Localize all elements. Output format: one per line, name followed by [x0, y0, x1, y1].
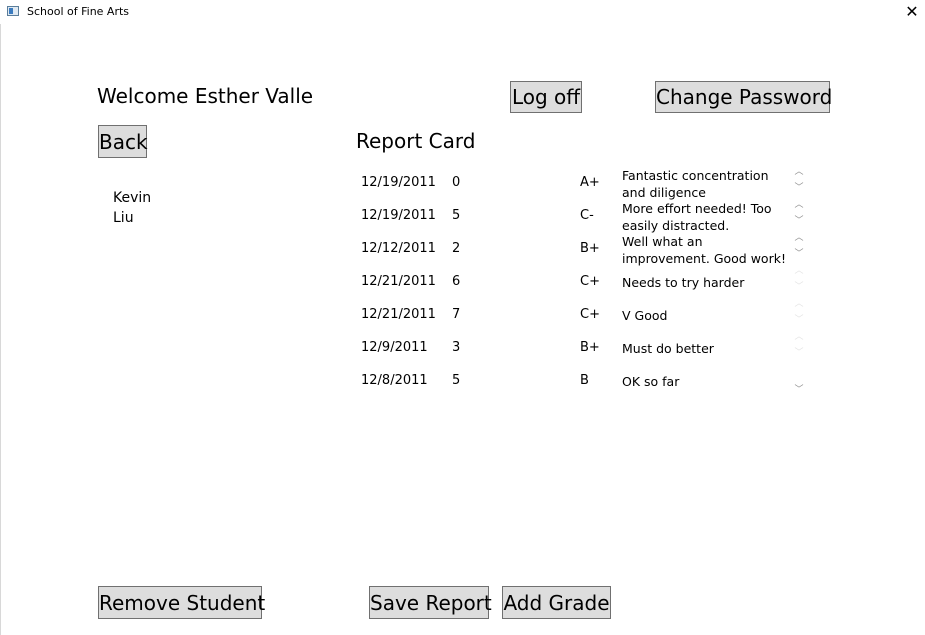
close-button[interactable]: ✕ [899, 1, 925, 23]
app-window-icon [7, 6, 19, 16]
chevron-down-icon[interactable]: ﹀ [794, 216, 804, 226]
chevron-up-icon[interactable] [794, 365, 804, 375]
grade-date: 12/19/2011 [361, 175, 436, 190]
grade-assignment-number: 6 [452, 274, 461, 289]
grade-date: 12/12/2011 [361, 241, 436, 256]
remove-student-button[interactable]: Remove Student [98, 586, 265, 619]
comment-scrollbar[interactable]: ︿ ﹀ [794, 332, 804, 365]
comment-scrollbar[interactable]: ︿ ﹀ [794, 299, 804, 332]
back-button[interactable]: Back [98, 125, 148, 158]
grade-row[interactable]: 12/8/2011 5 B OK so far ﹀ [356, 365, 806, 398]
grade-row[interactable]: 12/19/2011 5 C- More effort needed! Too … [356, 200, 806, 233]
add-grade-button[interactable]: Add Grade [502, 586, 611, 619]
chevron-up-icon[interactable]: ︿ [794, 266, 804, 276]
grade-value: C+ [580, 307, 600, 322]
student-last-name: Liu [113, 210, 134, 226]
grade-value: C- [580, 208, 594, 223]
chevron-down-icon[interactable]: ﹀ [794, 183, 804, 193]
grade-value: B+ [580, 241, 600, 256]
grade-comment[interactable]: Well what an improvement. Good work! [622, 233, 792, 266]
comment-scrollbar[interactable]: ︿ ﹀ [794, 266, 804, 299]
student-list[interactable]: Kevin Liu [113, 188, 151, 228]
comment-scrollbar[interactable]: ︿ ﹀ [794, 167, 804, 200]
grade-date: 12/9/2011 [361, 340, 428, 355]
welcome-label: Welcome Esther Valle [97, 84, 314, 108]
grade-assignment-number: 5 [452, 208, 461, 223]
grade-comment[interactable]: OK so far [622, 373, 792, 406]
grade-assignment-number: 7 [452, 307, 461, 322]
chevron-down-icon[interactable]: ﹀ [794, 385, 804, 395]
grade-row[interactable]: 12/19/2011 0 A+ Fantastic concentration … [356, 167, 806, 200]
comment-scrollbar[interactable]: ︿ ﹀ [794, 200, 804, 233]
grade-row[interactable]: 12/9/2011 3 B+ Must do better ︿ ﹀ [356, 332, 806, 365]
grade-date: 12/21/2011 [361, 307, 436, 322]
window-title: School of Fine Arts [27, 5, 130, 18]
grade-assignment-number: 0 [452, 175, 461, 190]
chevron-down-icon[interactable]: ﹀ [794, 348, 804, 358]
chevron-up-icon[interactable]: ︿ [794, 167, 804, 177]
grade-assignment-number: 3 [452, 340, 461, 355]
grade-assignment-number: 2 [452, 241, 461, 256]
chevron-up-icon[interactable]: ︿ [794, 200, 804, 210]
log-off-button[interactable]: Log off [510, 81, 582, 113]
chevron-down-icon[interactable]: ﹀ [794, 282, 804, 292]
report-card-title: Report Card [356, 129, 476, 153]
change-password-button[interactable]: Change Password [655, 81, 832, 113]
window-left-border [0, 24, 1, 635]
chevron-down-icon[interactable]: ﹀ [794, 249, 804, 259]
grade-comment[interactable]: More effort needed! Too easily distracte… [622, 200, 792, 233]
grade-value: C+ [580, 274, 600, 289]
grade-comment[interactable]: Fantastic concentration and diligence [622, 167, 792, 200]
grade-value: A+ [580, 175, 600, 190]
comment-scrollbar[interactable]: ﹀ [794, 365, 804, 398]
grade-value: B [580, 373, 589, 388]
save-report-button[interactable]: Save Report [369, 586, 492, 619]
grade-date: 12/21/2011 [361, 274, 436, 289]
grade-date: 12/8/2011 [361, 373, 428, 388]
comment-scrollbar[interactable]: ︿ ﹀ [794, 233, 804, 266]
chevron-up-icon[interactable]: ︿ [794, 332, 804, 342]
grade-assignment-number: 5 [452, 373, 461, 388]
grade-date: 12/19/2011 [361, 208, 436, 223]
grade-row[interactable]: 12/12/2011 2 B+ Well what an improvement… [356, 233, 806, 266]
student-first-name: Kevin [113, 190, 152, 206]
grade-row[interactable]: 12/21/2011 6 C+ Needs to try harder ︿ ﹀ [356, 266, 806, 299]
grade-value: B+ [580, 340, 600, 355]
chevron-up-icon[interactable]: ︿ [794, 233, 804, 243]
grade-row[interactable]: 12/21/2011 7 C+ V Good ︿ ﹀ [356, 299, 806, 332]
title-bar: School of Fine Arts ✕ [0, 0, 925, 24]
chevron-up-icon[interactable]: ︿ [794, 299, 804, 309]
chevron-down-icon[interactable]: ﹀ [794, 315, 804, 325]
